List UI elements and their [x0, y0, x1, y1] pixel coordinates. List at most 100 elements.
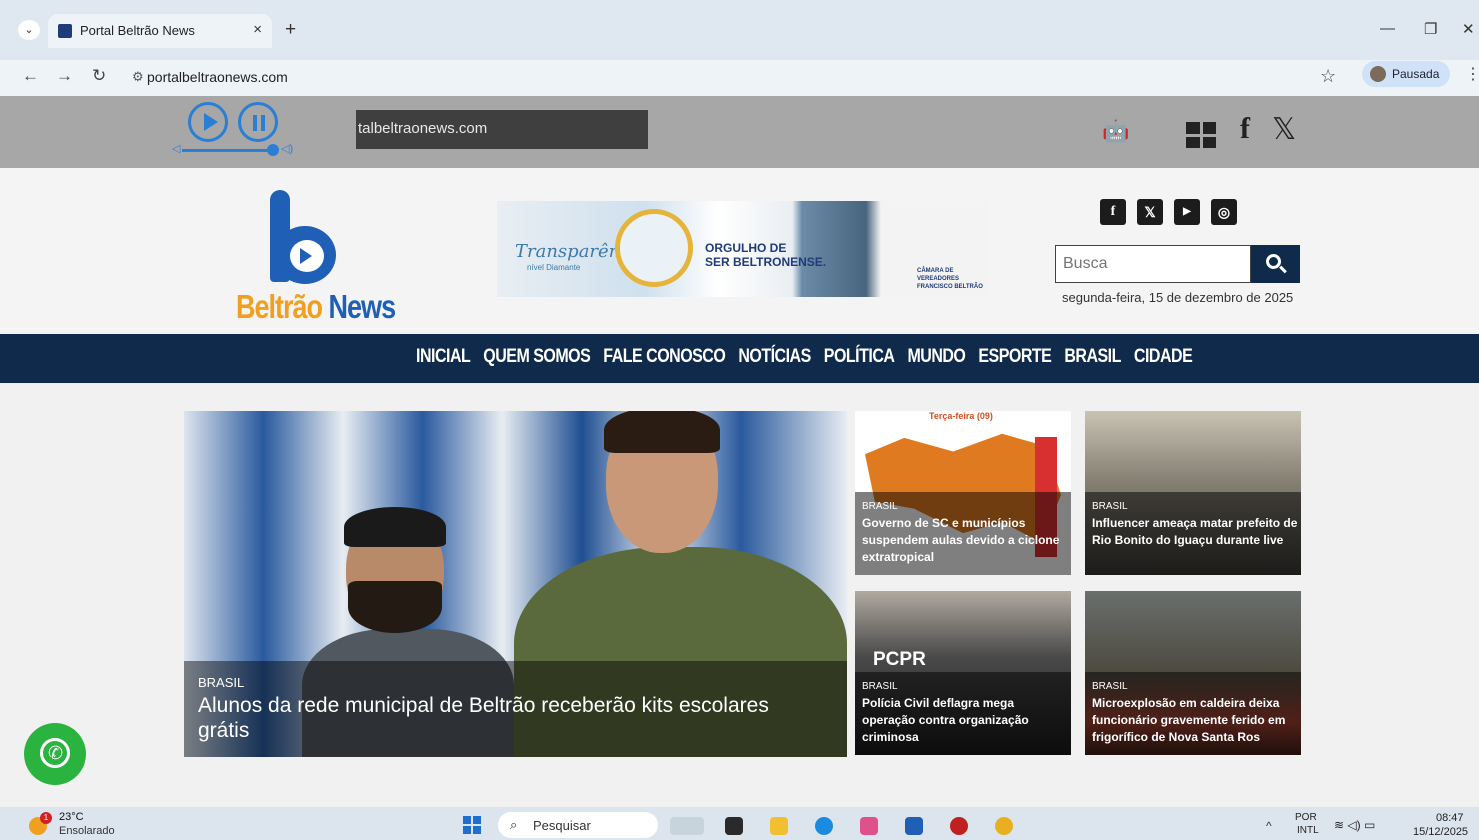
site-header: Beltrão News Transparência nível Diamant…	[0, 168, 1479, 334]
banner-sub-text: nível Diamante	[527, 263, 581, 272]
news-card[interactable]: BRASIL Microexplosão em caldeira deixa f…	[1085, 591, 1301, 755]
news-content: BRASIL Alunos da rede municipal de Beltr…	[0, 383, 1479, 807]
notification-badge: 1	[40, 812, 52, 824]
play-button[interactable]	[188, 102, 228, 142]
facebook-icon[interactable]: f	[1100, 199, 1126, 225]
card-category[interactable]: BRASIL	[862, 681, 898, 692]
nav-item-cidade[interactable]: CIDADE	[1134, 346, 1193, 368]
story-category[interactable]: BRASIL	[198, 675, 244, 690]
file-explorer-icon[interactable]	[770, 817, 788, 835]
profile-button[interactable]: Pausada	[1362, 61, 1450, 87]
taskbar: 1 23°C Ensolarado ⌕ Pesquisar ^ POR INTL…	[0, 807, 1479, 840]
address-toolbar: ← → ↻ ⚙ portalbeltraonews.com	[0, 60, 1479, 96]
card-image-text: Terça-feira (09)	[929, 411, 993, 421]
app-icon[interactable]	[950, 817, 968, 835]
new-tab-button[interactable]: +	[285, 19, 296, 41]
volume-slider-handle[interactable]	[267, 144, 279, 156]
restore-icon[interactable]: ❐	[1424, 20, 1437, 38]
minimize-icon[interactable]: —	[1380, 20, 1395, 37]
pause-icon	[253, 115, 257, 131]
widgets-icon[interactable]	[670, 817, 704, 835]
search-input[interactable]	[1055, 245, 1251, 283]
card-title[interactable]: Polícia Civil deflagra mega operação con…	[862, 695, 1068, 746]
x-icon[interactable]: 𝕏	[1272, 112, 1296, 147]
clock-time[interactable]: 08:47	[1436, 812, 1464, 824]
card-title[interactable]: Governo de SC e municípios suspendem aul…	[862, 515, 1068, 566]
browser-tab[interactable]: Portal Beltrão News ×	[48, 14, 272, 48]
card-title[interactable]: Influencer ameaça matar prefeito de Rio …	[1092, 515, 1298, 549]
browser-tab-bar: ⌄ Portal Beltrão News × + — ❐ ✕	[0, 0, 1479, 60]
card-image-text: PCPR	[873, 649, 926, 670]
pause-button[interactable]	[238, 102, 278, 142]
nav-item-fale-conosco[interactable]: FALE CONOSCO	[603, 346, 726, 368]
banner-organization: CÂMARA DE VEREADORES FRANCISCO BELTRÃO	[917, 268, 983, 290]
tab-close-icon[interactable]: ×	[253, 21, 262, 38]
card-category[interactable]: BRASIL	[1092, 681, 1128, 692]
x-icon[interactable]: 𝕏	[1137, 199, 1163, 225]
weather-temperature[interactable]: 23°C	[59, 811, 84, 823]
news-card[interactable]: PCPR BRASIL Polícia Civil deflagra mega …	[855, 591, 1071, 755]
weather-description[interactable]: Ensolarado	[59, 825, 115, 837]
wifi-icon[interactable]: ≋ ◁) ▭	[1334, 818, 1375, 832]
volume-high-icon: ◁)	[281, 143, 294, 155]
marquee-text: talbeltraonews.com	[358, 120, 488, 137]
nav-item-politica[interactable]: POLÍTICA	[824, 346, 895, 368]
language-indicator[interactable]: POR	[1295, 812, 1317, 823]
taskbar-search[interactable]: ⌕ Pesquisar	[498, 812, 658, 838]
url-text: portalbeltraonews.com	[147, 69, 288, 85]
site-info-icon[interactable]: ⚙	[132, 69, 144, 85]
card-category[interactable]: BRASIL	[1092, 501, 1128, 512]
tab-search-chevron-icon[interactable]: ⌄	[18, 20, 40, 40]
edge-icon[interactable]	[815, 817, 833, 835]
nav-item-esporte[interactable]: ESPORTE	[978, 346, 1051, 368]
profile-label: Pausada	[1392, 67, 1440, 81]
card-category[interactable]: BRASIL	[862, 501, 898, 512]
forward-icon[interactable]: →	[56, 66, 73, 86]
play-icon	[204, 113, 218, 131]
volume-low-icon: ◁	[172, 143, 181, 155]
card-title[interactable]: Microexplosão em caldeira deixa funcioná…	[1092, 695, 1298, 746]
advertising-banner[interactable]: Transparência nível Diamante ORGULHO DE …	[497, 201, 989, 297]
task-view-icon[interactable]	[725, 817, 743, 835]
story-title[interactable]: Alunos da rede municipal de Beltrão rece…	[198, 693, 818, 743]
whatsapp-button[interactable]: ✆	[24, 723, 86, 785]
reload-icon[interactable]: ↻	[92, 66, 106, 86]
current-date: segunda-feira, 15 de dezembro de 2025	[1062, 290, 1294, 305]
nav-menu: INICIAL QUEM SOMOS FALE CONOSCO NOTÍCIAS…	[416, 346, 1193, 368]
transparency-seal-icon	[615, 209, 693, 287]
nav-item-inicial[interactable]: INICIAL	[416, 346, 471, 368]
avatar	[1370, 66, 1386, 82]
chrome-icon[interactable]	[995, 817, 1013, 835]
nav-item-mundo[interactable]: MUNDO	[907, 346, 965, 368]
news-card[interactable]: BRASIL Influencer ameaça matar prefeito …	[1085, 411, 1301, 575]
news-card[interactable]: Terça-feira (09) BRASIL Governo de SC e …	[855, 411, 1071, 575]
facebook-icon[interactable]: f	[1240, 112, 1250, 146]
store-icon[interactable]	[905, 817, 923, 835]
marquee-ticker: talbeltraonews.com	[356, 110, 648, 149]
nav-item-noticias[interactable]: NOTÍCIAS	[738, 346, 811, 368]
copilot-icon[interactable]	[860, 817, 878, 835]
nav-item-quem-somos[interactable]: QUEM SOMOS	[483, 346, 591, 368]
featured-story[interactable]: BRASIL Alunos da rede municipal de Beltr…	[184, 411, 847, 757]
close-window-icon[interactable]: ✕	[1462, 20, 1475, 38]
bookmark-star-icon[interactable]: ☆	[1320, 66, 1336, 87]
youtube-icon[interactable]: ▶	[1174, 199, 1200, 225]
back-icon[interactable]: ←	[22, 66, 39, 86]
instagram-icon[interactable]: ◎	[1211, 199, 1237, 225]
browser-menu-icon[interactable]: ⋮	[1465, 64, 1479, 84]
nav-item-brasil[interactable]: BRASIL	[1064, 346, 1121, 368]
start-button[interactable]	[463, 816, 481, 834]
logo-wordmark: Beltrão News	[236, 288, 396, 326]
clock-date[interactable]: 15/12/2025	[1413, 826, 1468, 838]
main-navigation: INICIAL QUEM SOMOS FALE CONOSCO NOTÍCIAS…	[0, 334, 1479, 383]
url-field[interactable]: ⚙ portalbeltraonews.com	[122, 63, 1342, 91]
android-icon[interactable]: 🤖	[1102, 118, 1129, 144]
windows-icon[interactable]	[1186, 122, 1216, 148]
volume-slider[interactable]	[182, 149, 272, 152]
taskbar-search-label: Pesquisar	[533, 818, 591, 833]
keyboard-layout[interactable]: INTL	[1297, 825, 1319, 836]
site-logo[interactable]: Beltrão News	[236, 190, 396, 326]
chevron-up-icon[interactable]: ^	[1266, 819, 1272, 833]
logo-mark-icon	[270, 190, 340, 286]
search-button[interactable]	[1251, 245, 1300, 283]
